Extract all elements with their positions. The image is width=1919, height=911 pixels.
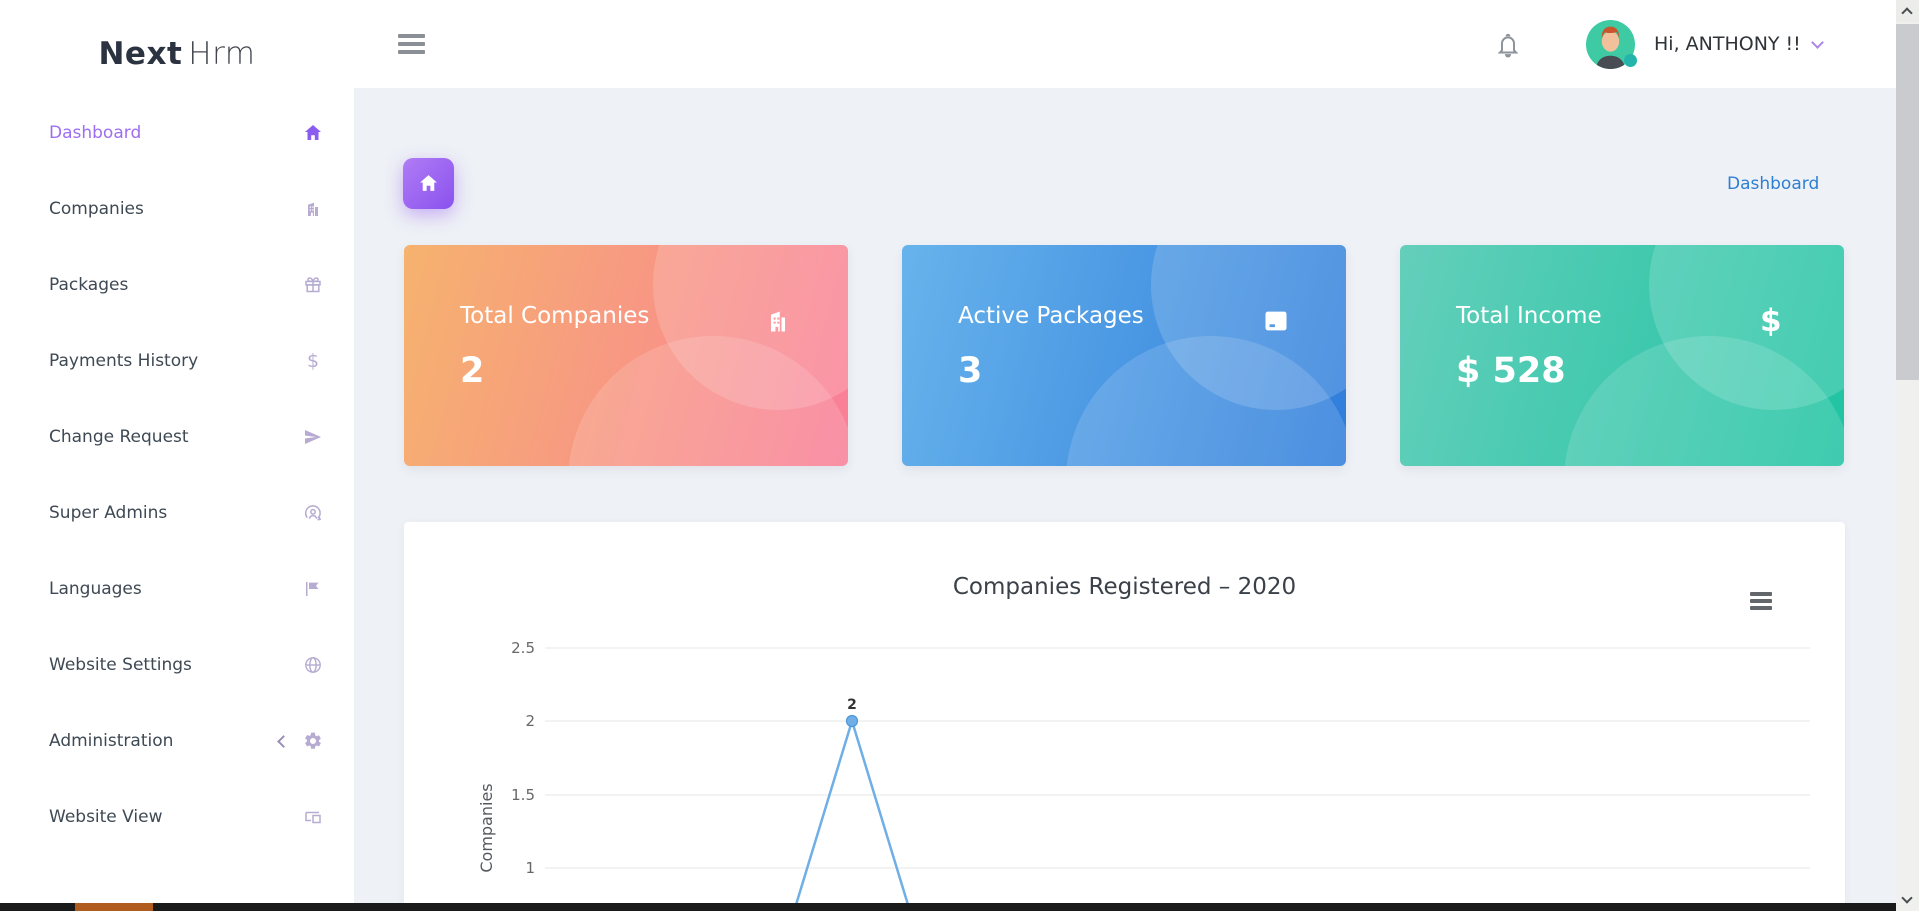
sidebar-item-label: Payments History bbox=[49, 351, 199, 371]
stat-card-value: 3 bbox=[958, 351, 983, 391]
dollar-icon: $ bbox=[306, 350, 320, 372]
stat-card-total-income: Total Income $ 528 $ bbox=[1400, 245, 1844, 466]
main-content: Dashboard Total Companies 2 Active Packa… bbox=[354, 88, 1896, 911]
sidebar-item-label: Website Settings bbox=[49, 655, 192, 675]
chevron-left-icon bbox=[277, 734, 290, 748]
chevron-down-icon bbox=[1901, 892, 1913, 904]
sidebar: Next Hrm Dashboard Companies Packages Pa… bbox=[0, 0, 354, 903]
breadcrumb[interactable]: Dashboard bbox=[1727, 174, 1819, 194]
home-icon bbox=[418, 173, 439, 194]
home-button[interactable] bbox=[403, 158, 454, 209]
sidebar-item-dashboard[interactable]: Dashboard bbox=[0, 110, 354, 156]
y-tick-label: 1.5 bbox=[511, 786, 535, 804]
package-icon bbox=[1262, 307, 1290, 335]
sidebar-item-website-view[interactable]: Website View bbox=[0, 794, 354, 840]
building-icon bbox=[302, 198, 324, 220]
sidebar-item-super-admins[interactable]: Super Admins bbox=[0, 490, 354, 536]
chart-card: Companies Registered – 2020 2.5 2 1.5 1 … bbox=[404, 522, 1845, 911]
stat-card-title: Total Income bbox=[1456, 303, 1602, 329]
sidebar-item-label: Languages bbox=[49, 579, 142, 599]
sidebar-item-label: Dashboard bbox=[49, 123, 142, 143]
sidebar-item-administration[interactable]: Administration bbox=[0, 718, 354, 764]
bottom-edge-accent bbox=[75, 903, 153, 911]
sidebar-item-change-request[interactable]: Change Request bbox=[0, 414, 354, 460]
y-tick-label: 2 bbox=[525, 712, 535, 730]
line-chart: 2.5 2 1.5 1 Companies 2 bbox=[477, 639, 1810, 911]
bell-icon[interactable] bbox=[1494, 30, 1522, 60]
sidebar-item-label: Super Admins bbox=[49, 503, 168, 523]
menu-icon[interactable] bbox=[398, 34, 425, 58]
logo-bold-text: Next bbox=[98, 36, 183, 72]
sidebar-item-companies[interactable]: Companies bbox=[0, 186, 354, 232]
send-icon bbox=[302, 426, 324, 448]
sidebar-item-languages[interactable]: Languages bbox=[0, 566, 354, 612]
stat-card-value: $ 528 bbox=[1456, 351, 1566, 391]
sidebar-item-payments-history[interactable]: Payments History $ bbox=[0, 338, 354, 384]
logo-light-text: Hrm bbox=[188, 36, 256, 72]
app-logo[interactable]: Next Hrm bbox=[0, 36, 354, 72]
gift-icon bbox=[302, 274, 324, 296]
series-line bbox=[792, 719, 912, 911]
sidebar-item-label: Companies bbox=[49, 199, 144, 219]
avatar[interactable] bbox=[1586, 20, 1637, 69]
app-window: Next Hrm Dashboard Companies Packages Pa… bbox=[0, 0, 1919, 911]
y-tick-label: 1 bbox=[525, 859, 535, 877]
chevron-down-icon bbox=[1810, 35, 1824, 49]
greeting-text: Hi, ANTHONY !! bbox=[1654, 33, 1801, 55]
data-point-label: 2 bbox=[847, 697, 857, 713]
sidebar-item-label: Website View bbox=[49, 807, 163, 827]
dollar-icon: $ bbox=[1760, 303, 1782, 339]
gear-icon bbox=[302, 730, 324, 752]
stat-card-value: 2 bbox=[460, 351, 485, 391]
stat-card-active-packages: Active Packages 3 bbox=[902, 245, 1346, 466]
globe-icon bbox=[302, 654, 324, 676]
sidebar-item-website-settings[interactable]: Website Settings bbox=[0, 642, 354, 688]
data-point-marker bbox=[845, 714, 859, 728]
bottom-edge-bar bbox=[0, 903, 1896, 911]
flag-icon bbox=[302, 578, 324, 600]
scroll-up-button[interactable] bbox=[1896, 0, 1919, 22]
sidebar-item-packages[interactable]: Packages bbox=[0, 262, 354, 308]
sidebar-item-label: Change Request bbox=[49, 427, 189, 447]
topbar: Hi, ANTHONY !! bbox=[354, 0, 1896, 88]
building-icon bbox=[764, 307, 792, 335]
scroll-down-button[interactable] bbox=[1896, 889, 1919, 911]
stat-card-title: Total Companies bbox=[460, 303, 650, 329]
vertical-scrollbar[interactable] bbox=[1896, 0, 1919, 911]
y-tick-label: 2.5 bbox=[511, 639, 535, 657]
sidebar-item-label: Packages bbox=[49, 275, 129, 295]
chevron-up-icon bbox=[1901, 7, 1913, 19]
headset-icon bbox=[302, 502, 324, 524]
scrollbar-thumb[interactable] bbox=[1896, 24, 1919, 380]
y-axis-label: Companies bbox=[477, 783, 496, 872]
home-icon bbox=[302, 122, 324, 144]
devices-icon bbox=[302, 806, 324, 828]
online-status-badge bbox=[1624, 54, 1637, 67]
stat-card-title: Active Packages bbox=[958, 303, 1144, 329]
stat-card-total-companies: Total Companies 2 bbox=[404, 245, 848, 466]
sidebar-item-label: Administration bbox=[49, 731, 174, 751]
user-menu[interactable]: Hi, ANTHONY !! bbox=[1654, 0, 1824, 88]
